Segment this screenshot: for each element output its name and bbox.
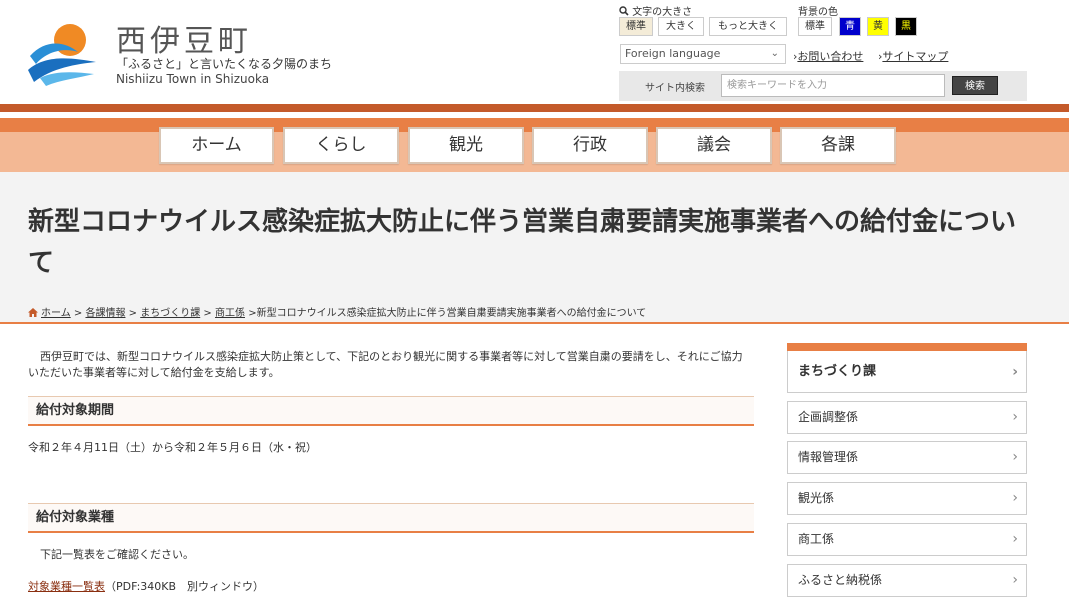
sidebar-item-label: 観光係	[798, 491, 835, 505]
nav-assembly[interactable]: 議会	[656, 127, 772, 164]
sidebar-item-commerce[interactable]: 商工係 ›	[787, 523, 1027, 556]
bg-color-blue-button[interactable]: 青	[839, 17, 861, 36]
sidebar-item-planning[interactable]: 企画調整係 ›	[787, 401, 1027, 434]
breadcrumb-machizukuri[interactable]: まちづくり課	[140, 308, 200, 319]
breadcrumb-home[interactable]: ホーム	[41, 308, 71, 319]
site-name[interactable]: 西伊豆町	[116, 16, 252, 60]
town-logo-icon[interactable]	[26, 18, 98, 88]
search-input[interactable]: 検索キーワードを入力	[721, 74, 945, 97]
chevron-right-icon: ›	[1012, 409, 1018, 425]
bg-color-standard-button[interactable]: 標準	[798, 17, 832, 36]
nav-band-top	[0, 104, 1069, 112]
breadcrumb-shoko[interactable]: 商工係	[215, 308, 245, 319]
sitemap-link-text: サイトマップ	[882, 50, 949, 63]
tagline-en: Nishiizu Town in Shizuoka	[116, 72, 270, 86]
contact-link-text: お問い合わせ	[797, 50, 864, 63]
period-text: 令和２年４月11日（土）から令和２年５月６日（水・祝）	[28, 441, 317, 454]
breadcrumb-current: 新型コロナウイルス感染症拡大防止に伴う営業自粛要請実施事業者への給付金について	[256, 308, 647, 319]
tagline: 「ふるさと」と言いたくなる夕陽のまち	[116, 57, 333, 71]
title-underline	[0, 322, 1069, 324]
contact-link[interactable]: ›お問い合わせ	[793, 48, 863, 64]
industry-list-pdf-link[interactable]: 対象業種一覧表	[28, 580, 105, 593]
sidebar-item-info-management[interactable]: 情報管理係 ›	[787, 441, 1027, 474]
section-heading-period: 給付対象期間	[28, 396, 754, 426]
chevron-right-icon: ›	[1012, 449, 1018, 465]
bg-color-label: 背景の色	[798, 7, 838, 18]
search-button[interactable]: 検索	[952, 76, 998, 95]
bg-color-black-button[interactable]: 黒	[895, 17, 917, 36]
chevron-right-icon: ›	[1012, 572, 1018, 588]
breadcrumb-separator: >	[248, 308, 257, 319]
bg-color-yellow-button[interactable]: 黄	[867, 17, 889, 36]
doc-link-row: 対象業種一覧表（PDF:340KB 別ウィンドウ）	[28, 578, 264, 594]
breadcrumb: ホーム > 各課情報 > まちづくり課 > 商工係 >新型コロナウイルス感染症拡…	[28, 304, 646, 319]
chevron-right-icon: ›	[1012, 490, 1018, 506]
sidebar-header[interactable]: まちづくり課 ›	[787, 351, 1027, 393]
section-heading-industry: 給付対象業種	[28, 503, 754, 533]
breadcrumb-dept-info[interactable]: 各課情報	[85, 308, 125, 319]
site-header: 西伊豆町 「ふるさと」と言いたくなる夕陽のまち Nishiizu Town in…	[0, 0, 1069, 104]
sidebar-item-tourism[interactable]: 観光係 ›	[787, 482, 1027, 515]
search-bar: サイト内検索 検索キーワードを入力 検索	[619, 71, 1027, 101]
magnifier-icon	[619, 6, 629, 16]
breadcrumb-separator: >	[128, 308, 138, 319]
sidebar-item-label: ふるさと納税係	[798, 573, 883, 587]
pdf-info: （PDF:340KB 別ウィンドウ）	[105, 580, 265, 593]
nav-living[interactable]: くらし	[283, 127, 399, 164]
page-title: 新型コロナウイルス感染症拡大防止に伴う営業自粛要請実施事業者への給付金について	[28, 207, 1017, 278]
font-size-larger-button[interactable]: もっと大きく	[709, 17, 787, 36]
industry-text: 下記一覧表をご確認ください。	[40, 548, 194, 561]
font-size-large-button[interactable]: 大きく	[658, 17, 704, 36]
nav-home[interactable]: ホーム	[159, 127, 274, 164]
font-size-standard-button[interactable]: 標準	[619, 17, 653, 36]
breadcrumb-separator: >	[73, 308, 83, 319]
sidebar-accent-bar	[787, 343, 1027, 351]
sidebar-item-furusato-tax[interactable]: ふるさと納税係 ›	[787, 564, 1027, 597]
nav-tourism[interactable]: 観光	[408, 127, 524, 164]
breadcrumb-separator: >	[203, 308, 212, 319]
chevron-right-icon: ›	[1012, 364, 1018, 380]
chevron-right-icon: ›	[1012, 531, 1018, 547]
nav-departments[interactable]: 各課	[780, 127, 896, 164]
language-select-value: Foreign language	[625, 47, 721, 60]
sidebar-item-label: 情報管理係	[798, 450, 859, 464]
language-select[interactable]: Foreign language ⌄	[620, 44, 786, 64]
sidebar-header-label: まちづくり課	[798, 364, 877, 379]
nav-administration[interactable]: 行政	[532, 127, 648, 164]
font-size-label: 文字の大きさ	[619, 3, 692, 18]
title-area: 新型コロナウイルス感染症拡大防止に伴う営業自粛要請実施事業者への給付金について …	[0, 172, 1069, 322]
sidebar-item-label: 商工係	[798, 532, 835, 546]
sitemap-link[interactable]: ›サイトマップ	[878, 48, 948, 64]
chevron-down-icon: ⌄	[770, 48, 779, 59]
home-icon	[28, 308, 38, 317]
intro-text: 西伊豆町では、新型コロナウイルス感染症拡大防止策として、下記のとおり観光に関する…	[28, 350, 743, 379]
search-label: サイト内検索	[645, 83, 705, 94]
sidebar-item-label: 企画調整係	[798, 410, 859, 424]
